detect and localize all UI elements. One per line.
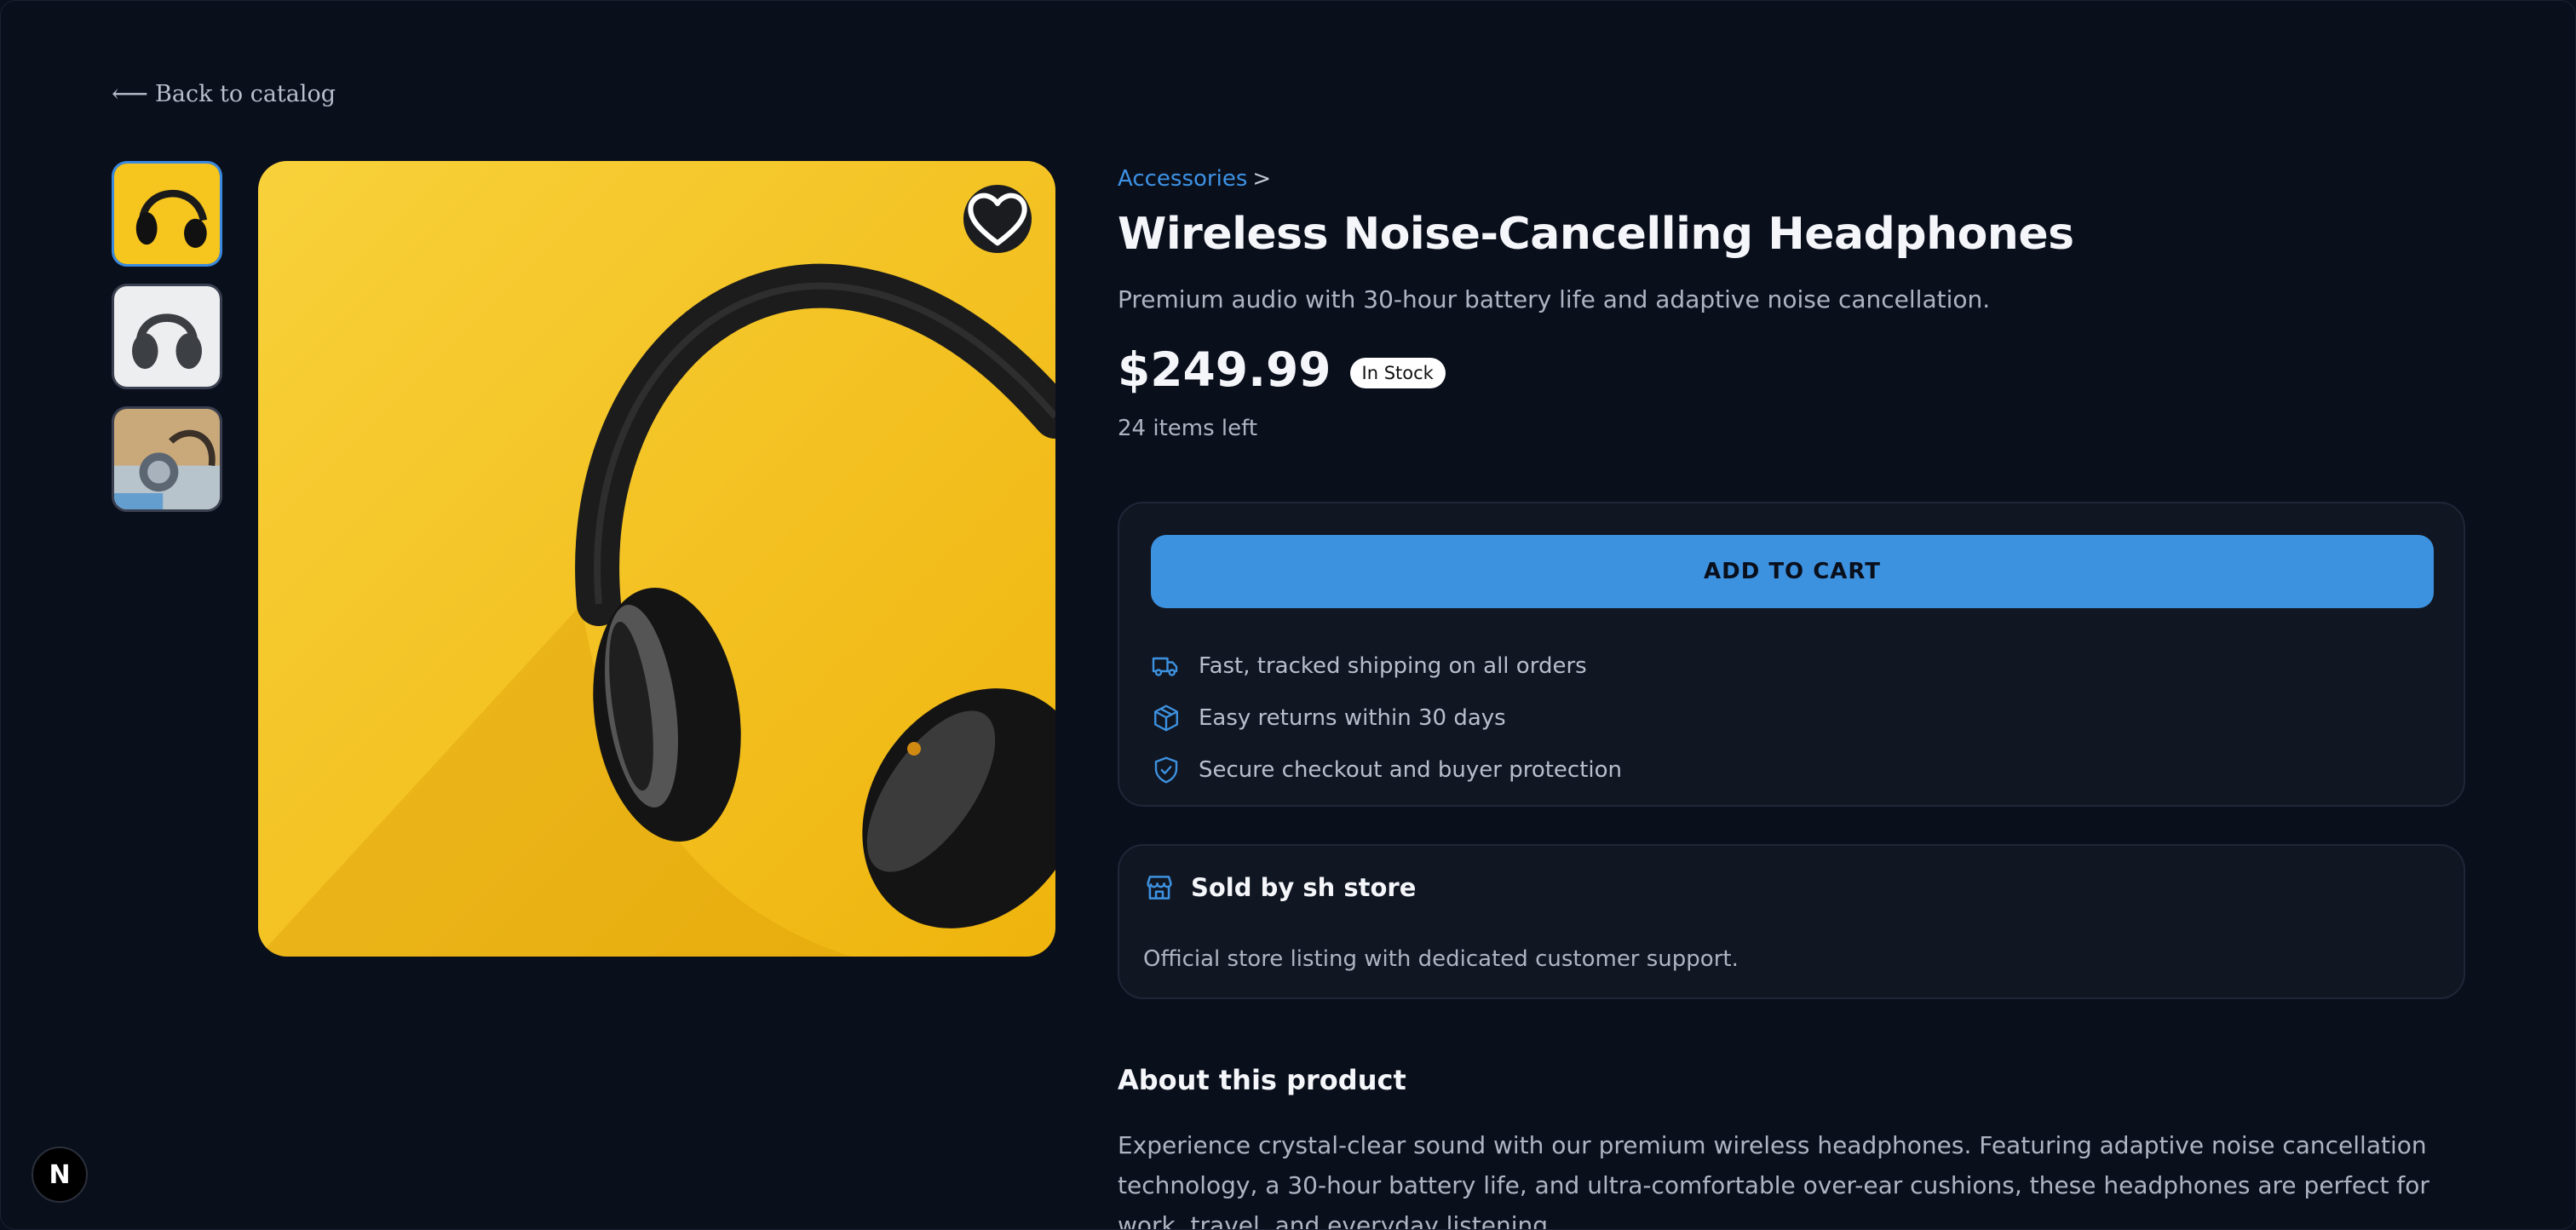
page-frame: ⟵ Back to catalog Accessories > Wireless… <box>0 0 2576 1230</box>
items-left: 24 items left <box>1118 416 1258 441</box>
seller-card: Sold by sh store Official store listing … <box>1118 844 2465 999</box>
thumbnail-1[interactable] <box>112 161 222 267</box>
feature-list: Fast, tracked shipping on all orders Eas… <box>1151 640 1622 796</box>
feature-shipping: Fast, tracked shipping on all orders <box>1151 640 1622 692</box>
store-icon <box>1147 876 1172 900</box>
seller-name: Sold by sh store <box>1191 873 1417 902</box>
feature-shipping-label: Fast, tracked shipping on all orders <box>1199 652 1587 679</box>
thumbnail-2[interactable] <box>112 284 222 389</box>
add-to-cart-button[interactable]: ADD TO CART <box>1151 535 2434 608</box>
feature-returns: Easy returns within 30 days <box>1151 692 1622 744</box>
thumbnail-3-image <box>114 409 220 509</box>
seller-description: Official store listing with dedicated cu… <box>1143 946 1739 972</box>
seller-heading: Sold by sh store <box>1143 871 1416 904</box>
main-product-image <box>258 161 1055 957</box>
dev-tools-badge[interactable]: N <box>32 1147 88 1203</box>
feature-security: Secure checkout and buyer protection <box>1151 744 1622 796</box>
feature-returns-label: Easy returns within 30 days <box>1199 704 1506 731</box>
thumbnail-2-image <box>114 286 220 387</box>
arrow-left-icon: ⟵ <box>112 79 149 109</box>
product-subtitle: Premium audio with 30-hour battery life … <box>1118 285 1991 313</box>
back-to-catalog-label: Back to catalog <box>155 81 336 107</box>
feature-security-label: Secure checkout and buyer protection <box>1199 756 1623 783</box>
truck-icon <box>1152 657 1178 676</box>
headphones-image <box>258 161 1055 957</box>
back-to-catalog-link[interactable]: ⟵ Back to catalog <box>112 79 336 109</box>
heart-icon <box>968 193 1027 246</box>
shield-check-icon <box>1154 756 1178 783</box>
product-title: Wireless Noise-Cancelling Headphones <box>1118 209 2074 260</box>
price-row: $249.99 In Stock <box>1118 342 2467 397</box>
product-info: Accessories > Wireless Noise-Cancelling H… <box>1118 161 2467 441</box>
about-text: Experience crystal-clear sound with our … <box>1118 1131 2429 1230</box>
thumbnail-list <box>112 161 222 512</box>
thumbnail-3[interactable] <box>112 406 222 512</box>
breadcrumb-category-link[interactable]: Accessories <box>1118 166 1247 192</box>
box-icon <box>1154 704 1178 731</box>
stock-badge: In Stock <box>1349 358 1446 388</box>
breadcrumb-separator: > <box>1252 166 1272 192</box>
thumbnail-1-image <box>114 164 220 264</box>
breadcrumb: Accessories > <box>1118 166 2467 192</box>
product-price: $249.99 <box>1118 342 1331 397</box>
about-heading: About this product <box>1118 1064 1406 1096</box>
favorite-button[interactable] <box>963 185 1032 253</box>
cart-card: ADD TO CART Fast, tracked shipping on al… <box>1118 502 2465 807</box>
